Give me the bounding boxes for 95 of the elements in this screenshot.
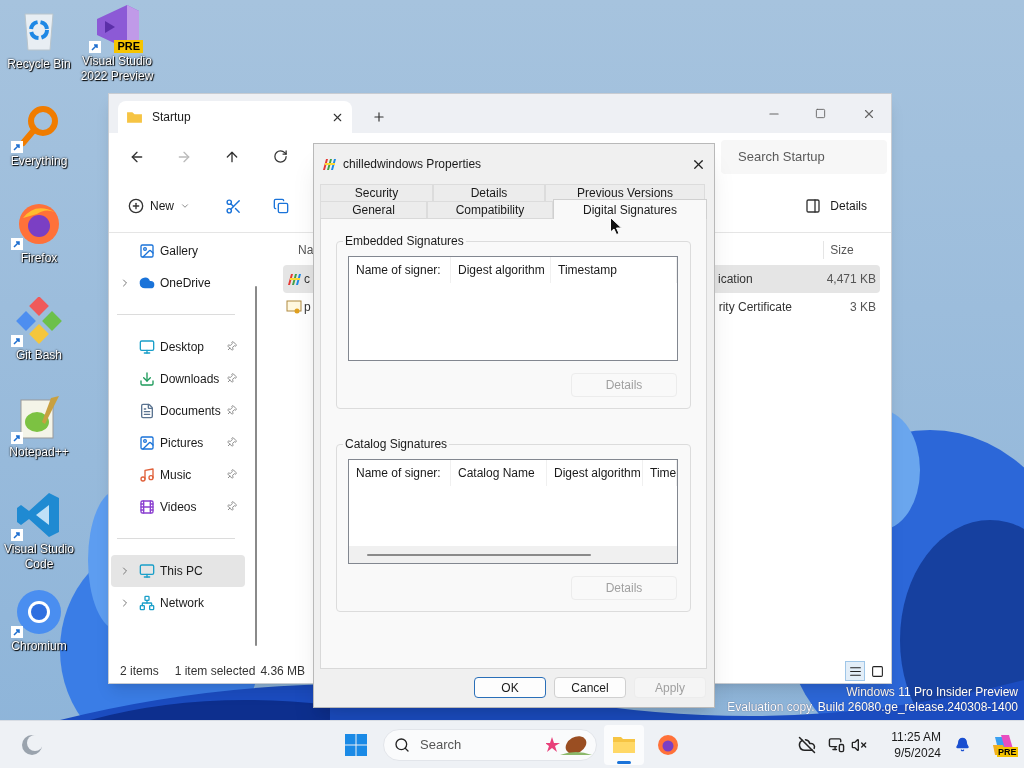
horizontal-scrollbar[interactable]	[349, 546, 677, 563]
fox-globe-icon	[656, 732, 680, 757]
bell-icon[interactable]	[955, 737, 970, 752]
watermark-text: Evaluation copy. Build 26080.ge_release.240308-1400	[727, 700, 1018, 715]
column-header[interactable]: Digest algorithm	[547, 460, 643, 486]
tab[interactable]: Compatibility	[427, 201, 553, 218]
sidebar-item[interactable]: Gallery	[111, 234, 245, 267]
film-icon	[139, 498, 155, 515]
signature-list[interactable]: Name of signer: Catalog Name Digest algorithm Time	[348, 459, 678, 564]
app-icon	[321, 156, 337, 172]
download-icon	[139, 370, 155, 387]
tab[interactable]: General	[320, 201, 427, 218]
tab-title: Startup	[152, 109, 191, 126]
file-type: rity Certificate	[718, 298, 793, 316]
scrollbar[interactable]	[255, 285, 257, 646]
network-icon	[139, 594, 155, 611]
dialog-button[interactable]: Cancel	[554, 677, 626, 698]
start-icon[interactable]	[344, 732, 368, 757]
search-field[interactable]: Search Startup	[721, 139, 887, 174]
diamond-logo-icon	[15, 297, 63, 345]
sidebar-label: Gallery	[160, 242, 198, 260]
sidebar-label: Music	[160, 466, 192, 484]
column-header[interactable]: Timestamp	[551, 257, 677, 283]
file-name: c	[304, 270, 310, 288]
signature-list[interactable]: Name of signer: Digest algorithm Timestamp	[348, 256, 678, 361]
gallery-icon	[139, 242, 155, 259]
sidebar-label: Videos	[160, 498, 197, 516]
sidebar-label: Pictures	[160, 434, 204, 452]
copy-icon[interactable]	[273, 198, 289, 215]
sidebar-label: Desktop	[160, 338, 205, 356]
selection-count: 1 item selected	[174, 663, 256, 681]
selection-size: 4.36 MB	[260, 663, 306, 681]
sidebar-label: Network	[160, 594, 204, 612]
certificate-icon	[286, 298, 302, 315]
new-tab-icon[interactable]	[372, 110, 386, 124]
column-header[interactable]: Catalog Name	[451, 460, 547, 486]
file-size: 3 KB	[850, 298, 876, 316]
sidebar-item[interactable]: Music	[111, 458, 245, 491]
sidebar-label: This PC	[160, 562, 203, 580]
search-icon	[394, 736, 410, 753]
ring-logo-icon	[15, 588, 63, 636]
folder-tab[interactable]: Startup	[118, 101, 352, 133]
sidebar-label: OneDrive	[160, 274, 211, 292]
sidebar-label: Documents	[160, 402, 221, 420]
sidebar-item[interactable]: Pictures	[111, 426, 245, 459]
file-name: p	[304, 298, 311, 316]
column-header[interactable]: Digest algorithm	[451, 257, 551, 283]
plus-icon	[128, 198, 144, 215]
column-header[interactable]: Na	[298, 240, 314, 259]
column-header[interactable]: Time	[643, 460, 677, 486]
maximize-icon[interactable]	[815, 108, 826, 119]
pane-icon	[805, 198, 822, 215]
details-pane-button[interactable]: Details	[799, 190, 873, 223]
sidebar-item[interactable]: Downloads	[111, 362, 245, 395]
dialog-button[interactable]: OK	[474, 677, 546, 698]
column-header[interactable]: Name of signer:	[349, 257, 451, 283]
cut-icon[interactable]	[225, 197, 242, 215]
square-icon	[870, 664, 884, 678]
column-header[interactable]: Size	[823, 240, 854, 259]
sidebar-item[interactable]: Desktop	[111, 330, 245, 363]
muted-speaker-icon[interactable]	[851, 736, 867, 753]
column-header[interactable]: Name of signer:	[349, 460, 451, 486]
file-size: 4,471 KB	[826, 270, 876, 288]
sidebar-item[interactable]: This PC	[111, 554, 245, 587]
tab[interactable]: Details	[433, 184, 545, 201]
tab[interactable]: Digital Signatures	[553, 199, 707, 219]
watermark-text: Windows 11 Pro Insider Preview	[846, 685, 1018, 700]
folder-app-button[interactable]	[604, 724, 644, 765]
search-placeholder: Search	[420, 735, 462, 754]
sidebar-item[interactable]: Network	[111, 586, 245, 619]
picture-icon	[139, 434, 155, 451]
monitor-icon	[139, 562, 155, 579]
new-button[interactable]: New	[120, 190, 198, 223]
monitor-icon	[139, 338, 155, 355]
clock[interactable]: 11:25 AM 9/5/2024	[875, 728, 941, 761]
tab[interactable]: Security	[320, 184, 433, 201]
sidebar-label: Downloads	[160, 370, 220, 388]
dialog-title: chilledwindows Properties	[343, 156, 482, 173]
search-box[interactable]: Search	[383, 728, 597, 761]
document-icon	[139, 402, 155, 419]
preview-badge: PRE	[997, 746, 1018, 757]
cloud-off-icon[interactable]	[798, 735, 816, 754]
file-type: ication	[718, 270, 753, 288]
item-count: 2 items	[120, 663, 159, 681]
group-title: Catalog Signatures	[343, 436, 450, 452]
preview-badge: PRE	[114, 40, 143, 53]
music-icon	[139, 466, 155, 483]
sidebar-item[interactable]: Videos	[111, 490, 245, 523]
sidebar-item[interactable]: OneDrive	[111, 266, 245, 299]
group-title: Embedded Signatures	[343, 233, 466, 249]
refresh-icon[interactable]	[273, 149, 288, 165]
details-view-button[interactable]	[845, 661, 865, 682]
list-icon	[848, 664, 862, 678]
sidebar-item[interactable]: Documents	[111, 394, 245, 427]
monitor-icon[interactable]	[828, 736, 845, 753]
